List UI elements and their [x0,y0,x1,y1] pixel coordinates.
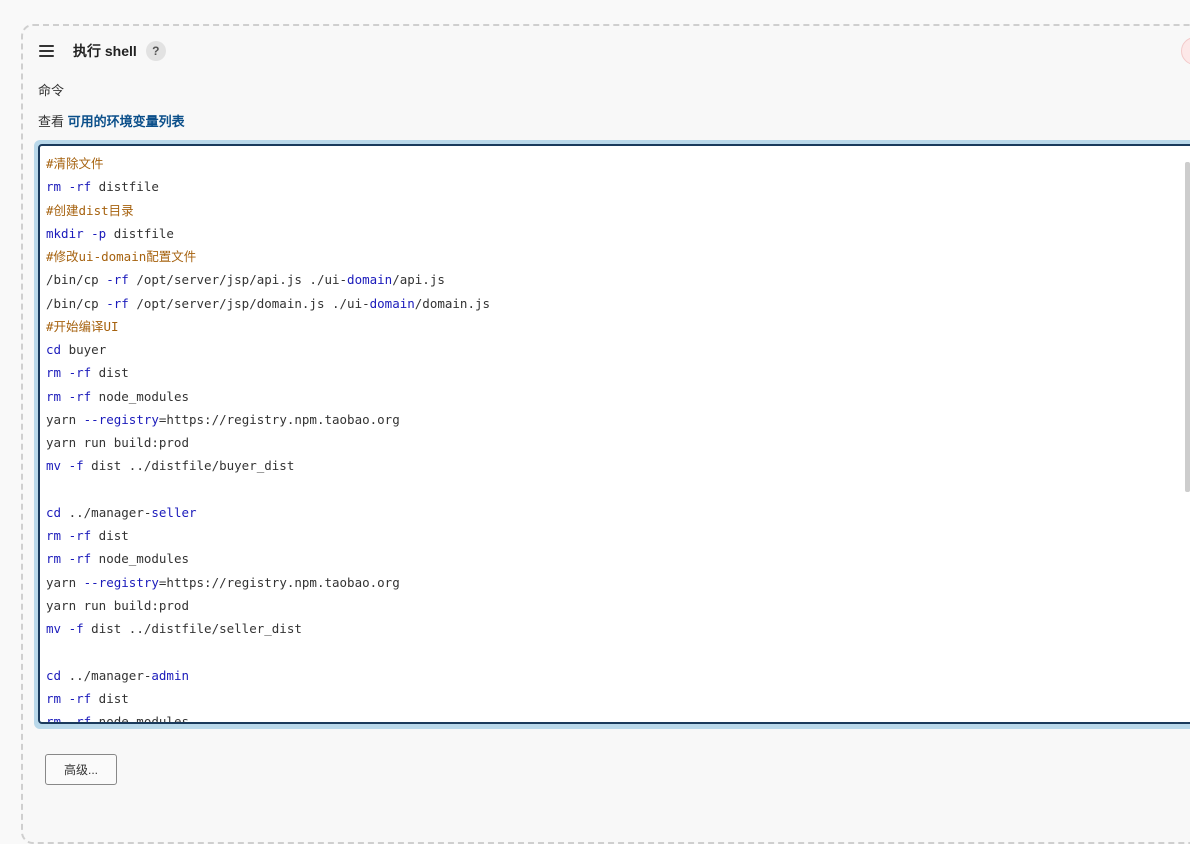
code-token: yarn run build:prod [46,435,189,450]
code-token: #修改ui-domain配置文件 [46,249,197,264]
code-line: yarn --registry=https://registry.npm.tao… [46,408,490,431]
code-line: #清除文件 [46,152,490,175]
code-token: rm -rf [46,551,92,567]
code-token: domain [347,272,393,288]
code-token: --registry [83,574,159,590]
command-code[interactable]: #清除文件 rm -rf distfile #创建dist目录 mkdir -p di… [46,152,490,724]
code-token: /bin/cp [46,272,107,288]
code-token: =https://registry.npm.taobao.org [158,574,400,590]
code-line: rm -rf distfile [46,175,490,198]
code-token: dist [91,690,129,706]
code-line: rm -rf node_modules [46,385,490,408]
env-vars-link[interactable]: 可用的环境变量列表 [68,114,185,129]
code-token: #创建dist目录 [46,202,134,218]
code-line: rm -rf dist [46,687,490,710]
code-line: /bin/cp -rf /opt/server/jsp/domain.js ./… [46,292,490,315]
code-line: cd buyer [46,338,490,361]
code-token: #开始编译UI [46,318,119,334]
code-token: cd [46,504,62,520]
code-line: mv -f dist ../distfile/buyer_dist [46,454,490,477]
code-token: domain [369,295,415,311]
help-icon[interactable]: ? [145,41,166,61]
code-line: cd ../manager-admin [46,664,490,687]
code-token: admin [151,667,190,683]
code-token: rm -rf [46,528,92,543]
command-editor[interactable]: #清除文件 rm -rf distfile #创建dist目录 mkdir -p di… [38,144,1190,724]
code-line: #修改ui-domain配置文件 [46,245,490,268]
code-token: /api.js [392,272,445,288]
code-token: dist ../distfile/buyer_dist [83,458,295,474]
code-token: dist [91,528,129,543]
code-line: mv -f dist ../distfile/seller_dist [46,617,490,640]
code-line: rm -rf dist [46,361,490,384]
code-line: yarn run build:prod [46,594,490,617]
code-token: /opt/server/jsp/domain.js ./ui- [128,295,370,311]
code-token: distfile [106,225,174,241]
code-token: mkdir -p [46,225,107,241]
code-line: rm -rf node_modules [46,547,490,570]
editor-scrollbar[interactable] [1185,162,1190,492]
code-line: cd ../manager-seller [46,501,490,524]
code-line: #创建dist目录 [46,199,490,222]
drag-handle-icon[interactable] [38,44,56,58]
env-vars-line: 查看 可用的环境变量列表 [38,111,185,130]
code-token: rm -rf [46,690,92,706]
code-token: rm -rf [46,179,92,195]
code-token: mv -f [46,458,84,474]
code-token: /opt/server/jsp/api.js ./ui- [128,272,348,288]
code-line: rm -rf node_modules [46,710,490,724]
step-header: 执行 shell ? [38,38,166,64]
code-line: rm -rf dist [46,524,490,547]
code-token: dist ../distfile/seller_dist [83,621,302,636]
code-token: --registry [83,411,159,427]
code-token: mv -f [46,621,84,636]
code-token: yarn run build:prod [46,597,189,613]
code-line: /bin/cp -rf /opt/server/jsp/api.js ./ui-… [46,268,490,291]
code-line: yarn --registry=https://registry.npm.tao… [46,571,490,594]
code-token: =https://registry.npm.taobao.org [158,411,400,427]
code-token: /domain.js [414,295,491,311]
code-token: distfile [91,179,159,195]
code-token: ../manager- [61,504,152,520]
code-line: yarn run build:prod [46,431,490,454]
code-token: yarn [46,411,84,427]
code-token: cd [46,342,62,357]
code-token: cd [46,667,62,683]
code-token: node_modules [91,551,189,567]
code-token: yarn [46,574,84,590]
command-label: 命令 [38,83,65,98]
code-line: mkdir -p distfile [46,222,490,245]
code-line: #开始编译UI [46,315,490,338]
code-token: /bin/cp [46,295,107,311]
step-title: 执行 shell [73,43,137,59]
code-token: ../manager- [61,667,152,683]
code-token: node_modules [91,714,189,724]
code-token: rm -rf [46,388,92,404]
advanced-button[interactable]: 高级... [45,754,117,785]
code-token: buyer [61,342,107,357]
code-token: seller [151,504,197,520]
code-token: dist [91,365,129,381]
code-line: ​ [46,640,490,663]
code-token: #清除文件 [46,156,104,171]
code-line: ​ [46,478,490,501]
code-token: -rf [106,272,129,288]
code-token: rm -rf [46,714,92,724]
code-token: rm -rf [46,365,92,381]
env-vars-prefix: 查看 [38,114,65,129]
code-token: node_modules [91,388,189,404]
code-token: -rf [106,295,129,311]
